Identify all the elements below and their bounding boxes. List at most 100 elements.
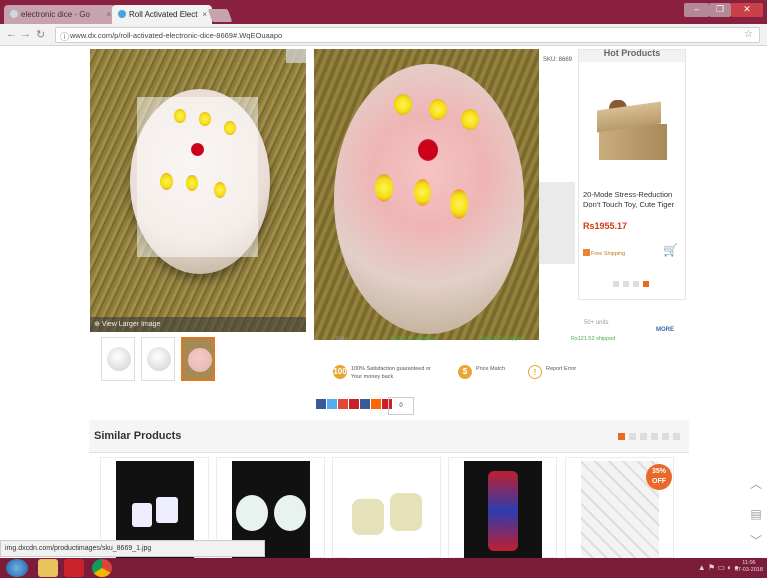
- led-dot: [199, 112, 211, 126]
- tab-close-icon[interactable]: ×: [106, 10, 111, 19]
- similar-page-dot[interactable]: [673, 433, 680, 440]
- bookmark-star-icon[interactable]: ☆: [744, 29, 753, 40]
- thumbnail-2[interactable]: [141, 337, 175, 381]
- die-shape: [274, 495, 306, 531]
- zoom-lens[interactable]: [137, 97, 258, 257]
- discount-label: OFF: [652, 478, 666, 485]
- view-larger-image-link[interactable]: ⊕ View Larger Image: [90, 317, 306, 332]
- die-shape: [132, 503, 152, 527]
- scroll-up-icon[interactable]: ︿: [748, 475, 764, 495]
- report-error[interactable]: ! Report Error: [528, 365, 578, 379]
- hot-product-price: Rs1955.17: [583, 221, 628, 231]
- feedback-icon[interactable]: ▤: [748, 507, 764, 527]
- die-shape: [390, 493, 422, 531]
- browser-toolbar: ← → ↻ ⓘ ☆: [0, 24, 767, 46]
- thumbnail-3-selected[interactable]: [181, 337, 215, 381]
- forward-arrow-icon[interactable]: →: [20, 28, 31, 40]
- similar-page-dot[interactable]: [629, 433, 636, 440]
- product-info-block: [539, 182, 575, 264]
- google-plus-icon[interactable]: [338, 399, 348, 409]
- die-shape: [352, 499, 384, 535]
- similar-product-image: [348, 461, 426, 558]
- reload-icon[interactable]: ↻: [36, 28, 45, 41]
- die-shape: [236, 495, 268, 531]
- similar-products-header-bar: Similar Products: [89, 420, 689, 453]
- dice-tower-shape: [488, 471, 518, 551]
- product-main-image[interactable]: ⊕ View Larger Image: [90, 49, 306, 332]
- facebook-icon[interactable]: [316, 399, 326, 409]
- led-dot: [174, 109, 186, 123]
- led-dot: [461, 109, 479, 130]
- tab-close-icon[interactable]: ×: [202, 10, 207, 19]
- guarantee-badge-icon: 100: [333, 365, 347, 379]
- similar-product-card[interactable]: [332, 457, 441, 558]
- view-larger-label: View Larger Image: [101, 321, 161, 328]
- bulk-price-2: Rs124.20 shipped: [480, 336, 525, 342]
- hot-products-panel: Hot Products 20-Mode Stress-Reduction Do…: [578, 49, 686, 300]
- hot-product-title[interactable]: 20-Mode Stress-Reduction Don't Touch Toy…: [583, 190, 683, 210]
- similar-page-dot-active[interactable]: [618, 433, 625, 440]
- led-dot: [418, 139, 438, 161]
- hot-products-header: Hot Products: [579, 49, 685, 62]
- carousel-dot[interactable]: [623, 281, 629, 287]
- similar-page-dot[interactable]: [651, 433, 658, 440]
- similar-product-image: [464, 461, 542, 558]
- led-dot: [191, 143, 204, 156]
- clock-date: 07-03-2018: [734, 567, 763, 573]
- back-arrow-icon[interactable]: ←: [6, 28, 17, 40]
- led-dot: [394, 94, 412, 115]
- thumbnail-1[interactable]: [101, 337, 135, 381]
- bulk-price-1: Rs124.87 shipped: [390, 336, 435, 342]
- tab-electronic-dice[interactable]: electronic dice - Go ×: [4, 5, 116, 24]
- clock-time: 11:06: [742, 560, 756, 566]
- carousel-dot-active[interactable]: [643, 281, 649, 287]
- similar-product-card[interactable]: [448, 457, 557, 558]
- new-tab-button[interactable]: [207, 9, 233, 22]
- hot-product-image[interactable]: [597, 98, 669, 163]
- acrobat-icon[interactable]: [64, 559, 84, 577]
- free-shipping-label: Free Shipping: [591, 251, 626, 257]
- carousel-dot[interactable]: [613, 281, 619, 287]
- tab-label: electronic dice - Go: [21, 10, 90, 19]
- more-prices-link[interactable]: MORE: [656, 327, 674, 333]
- guarantee-text: 100% Satisfaction guaranteed or Your mon…: [351, 366, 431, 380]
- carousel-dot[interactable]: [633, 281, 639, 287]
- die-shape: [156, 497, 178, 523]
- share-icon[interactable]: [371, 399, 381, 409]
- led-dot: [375, 174, 393, 202]
- bulk-price-3: Rs121.53 shipped: [571, 336, 616, 342]
- zoom-toggle-icon[interactable]: [286, 49, 306, 63]
- thumbnail-image: [147, 347, 171, 371]
- start-button-icon[interactable]: [6, 559, 28, 577]
- tab-roll-activated[interactable]: Roll Activated Elect ×: [112, 5, 212, 24]
- os-taskbar: ▲ ⚑ ▭ ◐ ● 11:06 07-03-2018: [0, 558, 767, 578]
- led-dot: [450, 189, 468, 219]
- led-dot: [214, 182, 226, 198]
- taskbar-clock[interactable]: 11:06 07-03-2018: [735, 560, 763, 574]
- similar-page-dot[interactable]: [662, 433, 669, 440]
- shipping-icon: [583, 249, 590, 256]
- system-tray[interactable]: ▲ ⚑ ▭ ◐ ●: [698, 563, 739, 572]
- web-page: ⊕ View Larger Image SKU: 8669 Hot Produc…: [0, 47, 767, 558]
- similar-page-dot[interactable]: [640, 433, 647, 440]
- minimize-button[interactable]: –: [684, 3, 709, 17]
- led-dot: [414, 179, 431, 206]
- scroll-down-icon[interactable]: ﹀: [748, 532, 764, 552]
- led-dot: [160, 173, 173, 190]
- page-info-icon[interactable]: ⓘ: [60, 30, 69, 43]
- price-match[interactable]: $ Price Match: [458, 365, 508, 379]
- satisfaction-guarantee[interactable]: 100 100% Satisfaction guaranteed or Your…: [333, 365, 443, 381]
- browser-status-bar: img.dxcdn.com/productimages/sku_8669_1.j…: [0, 540, 265, 557]
- chrome-icon[interactable]: [92, 559, 112, 577]
- twitter-icon[interactable]: [327, 399, 337, 409]
- address-bar[interactable]: ⓘ ☆: [55, 27, 760, 43]
- maximize-button[interactable]: ❐: [709, 3, 731, 17]
- vk-icon[interactable]: [360, 399, 370, 409]
- pinterest-icon[interactable]: [349, 399, 359, 409]
- led-dot: [429, 99, 447, 120]
- url-input[interactable]: [70, 30, 730, 41]
- file-explorer-icon[interactable]: [38, 559, 58, 577]
- discount-badge: 35% OFF: [646, 464, 672, 490]
- add-to-cart-icon[interactable]: 🛒: [663, 243, 678, 257]
- close-window-button[interactable]: ✕: [731, 3, 763, 17]
